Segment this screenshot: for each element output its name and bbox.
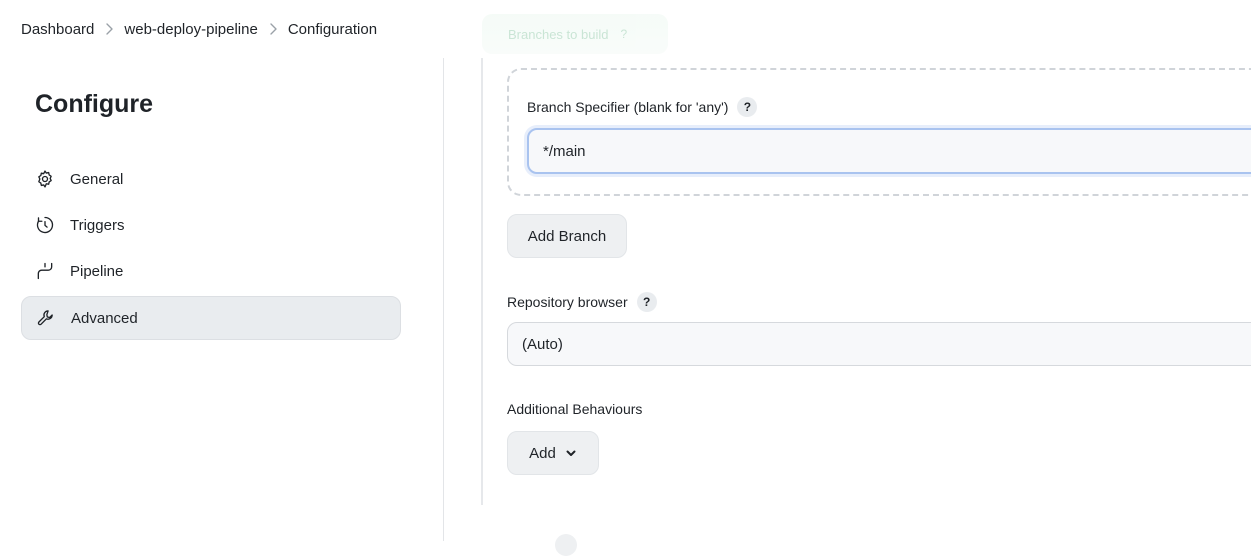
breadcrumb-dashboard[interactable]: Dashboard xyxy=(21,21,94,38)
branch-specifier-label-row: Branch Specifier (blank for 'any') ? xyxy=(527,97,758,117)
repository-browser-select[interactable]: (Auto) xyxy=(507,322,1251,366)
sidebar: Configure General Triggers Pipeline Adva… xyxy=(0,58,443,541)
additional-behaviours-label-row: Additional Behaviours xyxy=(507,401,642,417)
sidebar-item-pipeline[interactable]: Pipeline xyxy=(21,249,401,293)
breadcrumb-configuration[interactable]: Configuration xyxy=(288,21,377,38)
help-icon[interactable]: ? xyxy=(636,292,657,312)
help-icon[interactable]: ? xyxy=(737,97,758,117)
sticky-section-label: Branches to build xyxy=(508,26,609,42)
add-behaviour-label: Add xyxy=(529,444,556,462)
repository-browser-value: (Auto) xyxy=(522,335,563,353)
branch-specifier-input[interactable] xyxy=(527,128,1251,174)
sidebar-item-label: Pipeline xyxy=(70,262,124,280)
sidebar-item-triggers[interactable]: Triggers xyxy=(21,203,401,247)
sidebar-item-label: General xyxy=(70,170,124,188)
wrench-icon xyxy=(35,307,57,329)
additional-behaviours-label: Additional Behaviours xyxy=(507,401,643,417)
add-branch-button[interactable]: Add Branch xyxy=(507,214,627,258)
chevron-right-icon xyxy=(105,23,114,35)
section-rule xyxy=(481,58,483,505)
sidebar-item-label: Advanced xyxy=(71,309,138,327)
sticky-section-header: Branches to build ? xyxy=(482,14,668,54)
chevron-right-icon xyxy=(269,23,277,35)
pipeline-icon xyxy=(34,260,56,282)
breadcrumb-pipeline[interactable]: web-deploy-pipeline xyxy=(124,21,257,38)
repository-browser-label: Repository browser xyxy=(507,294,628,310)
repository-browser-label-row: Repository browser ? xyxy=(507,292,657,312)
chevron-down-icon xyxy=(565,447,577,459)
sidebar-item-general[interactable]: General xyxy=(21,157,401,201)
branch-specifier-label: Branch Specifier (blank for 'any') xyxy=(527,99,729,115)
help-icon: ? xyxy=(620,27,628,41)
sidebar-divider xyxy=(443,58,444,541)
sidebar-item-label: Triggers xyxy=(70,216,125,234)
sidebar-title: Configure xyxy=(35,90,154,118)
timer-icon xyxy=(34,214,56,236)
add-behaviour-button[interactable]: Add xyxy=(507,431,599,475)
gear-icon xyxy=(34,168,56,190)
partial-help-icon xyxy=(555,534,577,556)
sidebar-item-advanced[interactable]: Advanced xyxy=(21,296,401,340)
